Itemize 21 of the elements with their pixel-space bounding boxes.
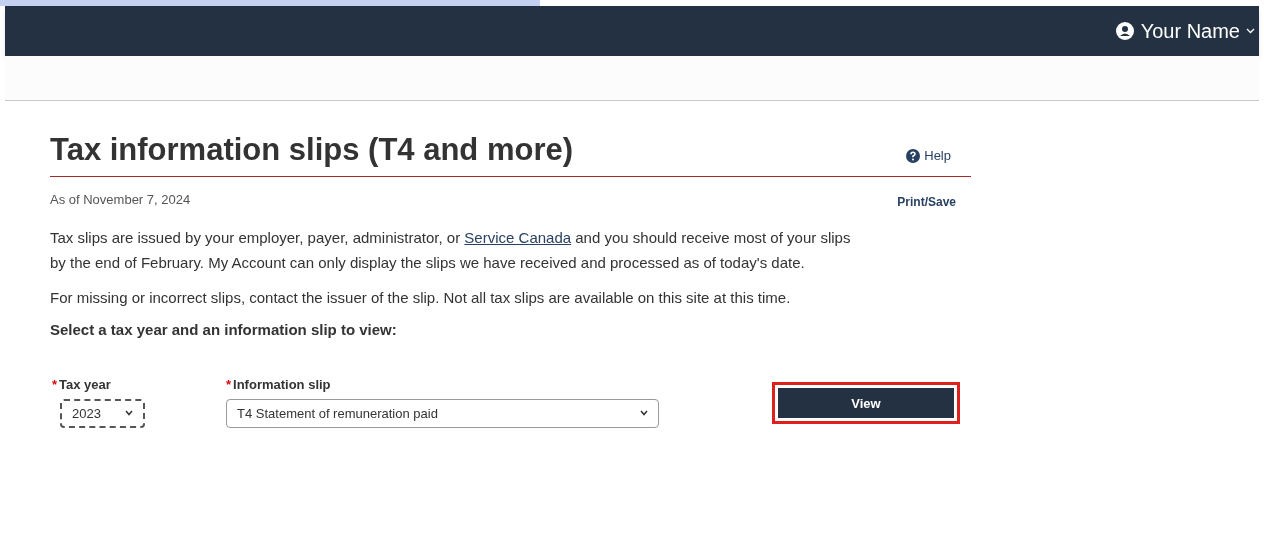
help-link[interactable]: Help bbox=[906, 146, 951, 166]
view-button[interactable]: View bbox=[778, 388, 954, 419]
body-paragraph: Tax slips are issued by your employer, payer, administrator, or Service Canada and you should receive most of your slips by the end of February. My Account can only display the slips we have received and processed as of today's date. bbox=[50, 227, 852, 273]
body-paragraph: For missing or incorrect slips, contact the issuer of the slip. Not all tax slips are available on this site at this time. bbox=[50, 287, 792, 308]
chevron-icon bbox=[640, 410, 648, 417]
required-mark: * bbox=[226, 376, 232, 395]
field-label: Tax year bbox=[59, 376, 111, 395]
help-icon bbox=[906, 149, 921, 163]
service-link[interactable]: Service Canada bbox=[464, 228, 572, 246]
select-field[interactable]: T4 Statement of remuneration paid bbox=[226, 398, 659, 428]
chevron-icon bbox=[125, 410, 133, 417]
select-field[interactable]: 2023 bbox=[60, 398, 145, 428]
caret-icon bbox=[1246, 28, 1255, 34]
page-title: Tax information slips (T4 and more) bbox=[50, 131, 574, 169]
instruction-text: Select a tax year and an information slip to view: bbox=[50, 319, 398, 340]
print-link[interactable]: Print/Save bbox=[897, 192, 956, 211]
user-icon bbox=[1114, 21, 1135, 41]
required-mark: * bbox=[52, 376, 58, 395]
date-text: As of November 7, 2024 bbox=[50, 191, 191, 209]
field-label: Information slip bbox=[233, 376, 331, 395]
user-menu[interactable]: Your Name bbox=[1114, 16, 1255, 46]
